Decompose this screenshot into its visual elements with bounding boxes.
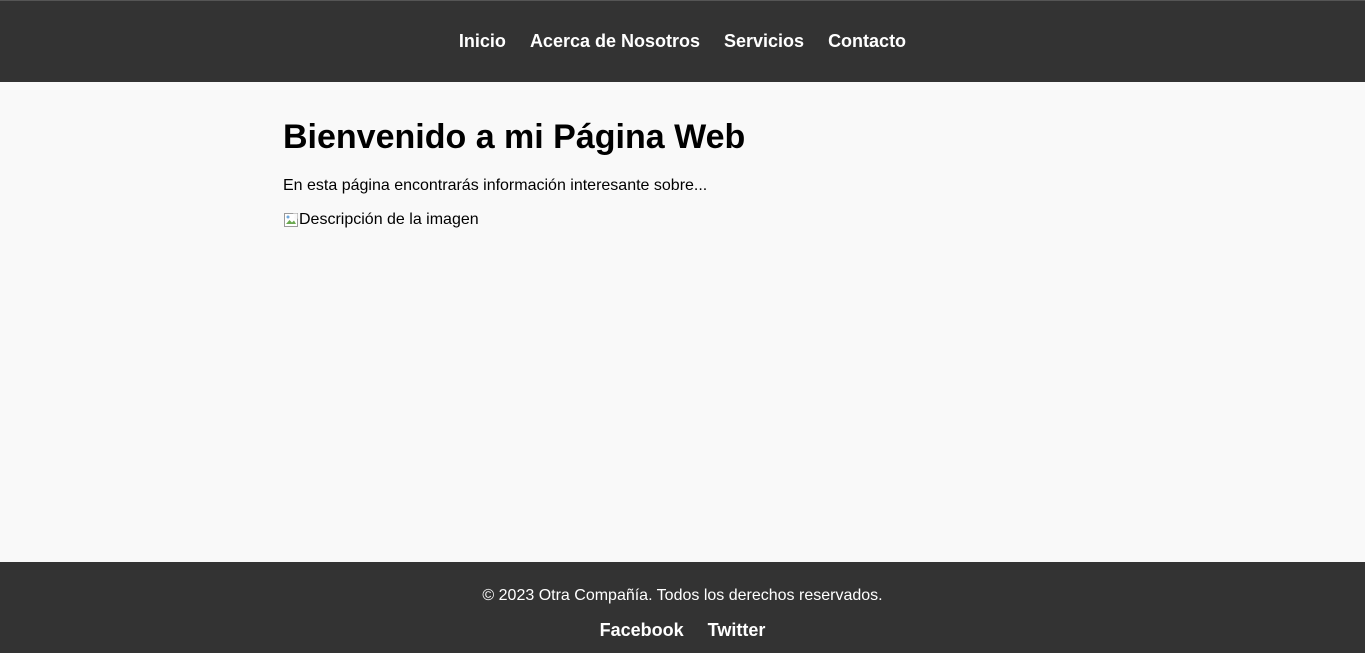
footer: © 2023 Otra Compañía. Todos los derechos… xyxy=(0,562,1365,653)
nav-link-inicio[interactable]: Inicio xyxy=(459,31,506,52)
header: Inicio Acerca de Nosotros Servicios Cont… xyxy=(0,0,1365,82)
intro-text: En esta página encontrarás información i… xyxy=(283,177,708,194)
social-links: Facebook Twitter xyxy=(0,620,1365,641)
image-alt-text: Descripción de la imagen xyxy=(299,211,479,228)
broken-image: Descripción de la imagen xyxy=(283,210,1083,230)
main-content: Bienvenido a mi Página Web En esta págin… xyxy=(283,82,1083,230)
broken-image-icon xyxy=(283,212,299,228)
nav-link-servicios[interactable]: Servicios xyxy=(724,31,804,52)
main-nav: Inicio Acerca de Nosotros Servicios Cont… xyxy=(0,1,1365,82)
nav-link-contacto[interactable]: Contacto xyxy=(828,31,906,52)
nav-link-acerca[interactable]: Acerca de Nosotros xyxy=(530,31,700,52)
copyright-text: © 2023 Otra Compañía. Todos los derechos… xyxy=(482,587,883,604)
facebook-link[interactable]: Facebook xyxy=(600,620,684,641)
twitter-link[interactable]: Twitter xyxy=(708,620,766,641)
page-title: Bienvenido a mi Página Web xyxy=(283,118,746,156)
